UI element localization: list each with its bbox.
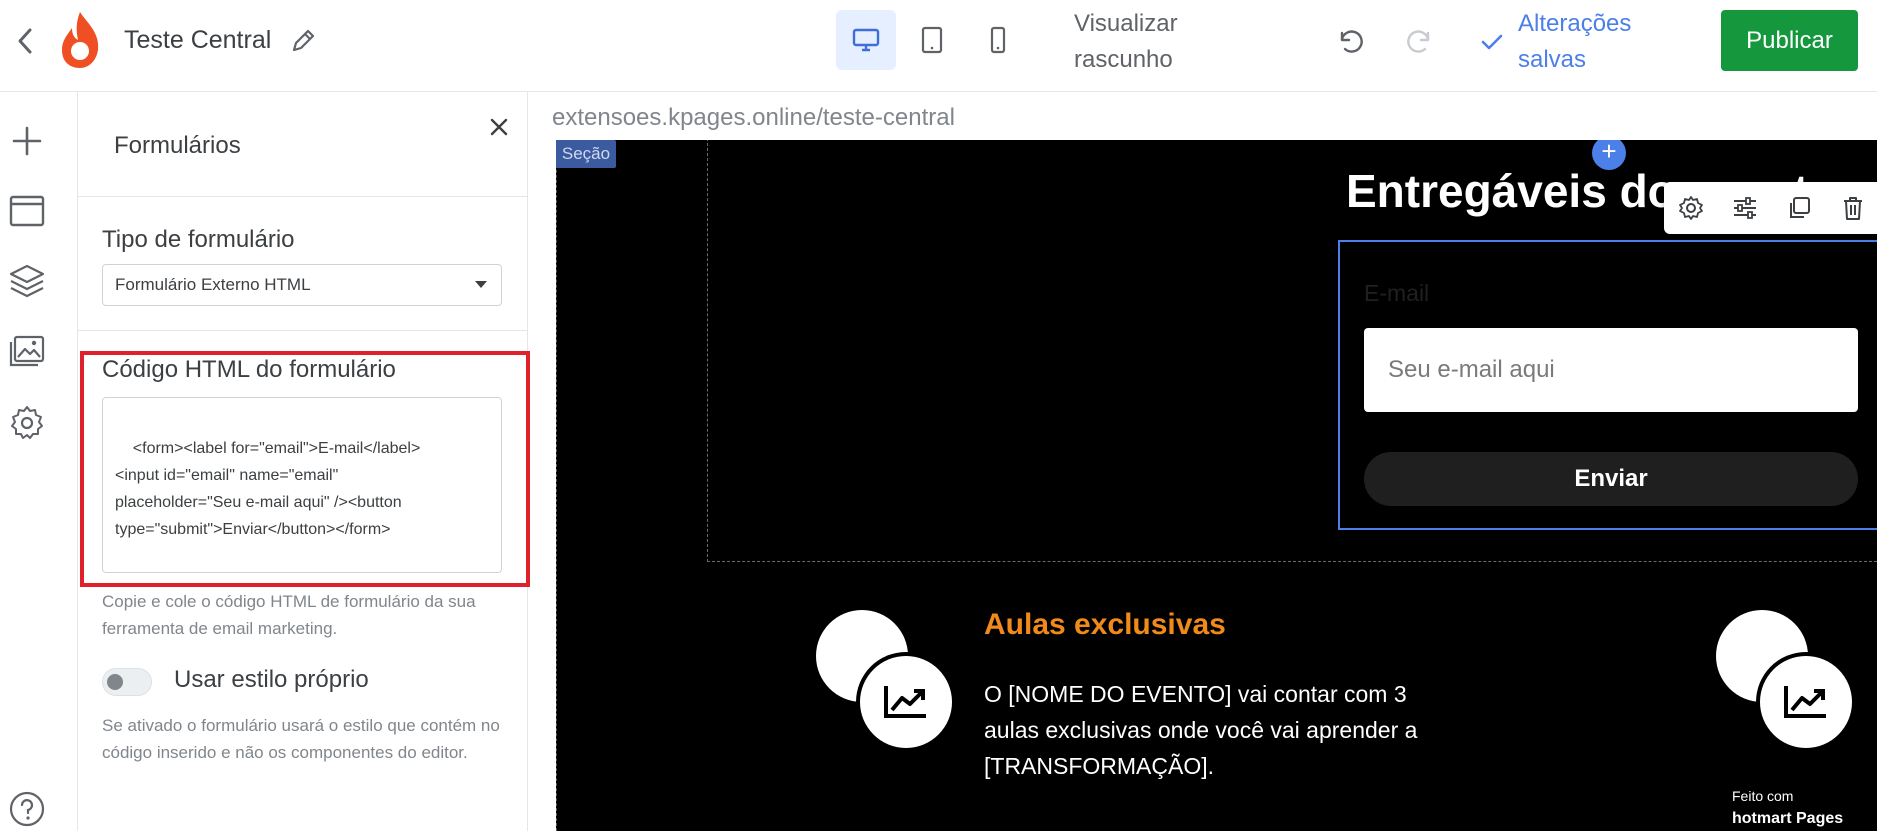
- top-bar: Teste Central Visualizar rascunho Altera…: [0, 0, 1877, 92]
- save-status: Alterações salvas: [1518, 10, 1632, 73]
- html-code-value: <form><label for="email">E-mail</label> …: [115, 440, 421, 538]
- panel-title: Formulários: [114, 132, 241, 159]
- trash-icon[interactable]: [1836, 191, 1870, 225]
- code-label: Código HTML do formulário: [102, 356, 396, 383]
- tablet-device-button[interactable]: [902, 10, 962, 70]
- publish-button[interactable]: Publicar: [1721, 10, 1858, 71]
- form-type-select[interactable]: Formulário Externo HTML: [102, 264, 502, 306]
- code-help-text: Copie e cole o código HTML de formulário…: [102, 592, 476, 638]
- form-email-input[interactable]: [1364, 328, 1858, 412]
- device-switcher: [836, 10, 1028, 70]
- form-submit-button[interactable]: Enviar: [1364, 452, 1858, 506]
- form-email-label: E-mail: [1364, 280, 1430, 306]
- left-rail: [0, 92, 78, 831]
- tablet-icon: [921, 26, 943, 54]
- help-circle-icon[interactable]: [8, 790, 46, 828]
- duplicate-icon[interactable]: [1782, 191, 1816, 225]
- hotmart-flame-logo: [56, 10, 104, 70]
- divider: [78, 196, 528, 197]
- mobile-device-button[interactable]: [968, 10, 1028, 70]
- redo-icon[interactable]: [1404, 24, 1438, 58]
- sliders-icon[interactable]: [1728, 191, 1762, 225]
- desktop-icon: [852, 27, 880, 53]
- trending-up-chart-icon: [882, 682, 930, 722]
- form-type-label: Tipo de formulário: [102, 226, 295, 253]
- undo-icon[interactable]: [1332, 24, 1366, 58]
- mobile-icon: [990, 26, 1006, 54]
- trending-up-chart-icon: [1782, 682, 1830, 722]
- toggle-knob: [107, 674, 123, 690]
- close-icon[interactable]: [484, 112, 514, 142]
- section-tag[interactable]: Seção: [556, 140, 616, 168]
- check-icon: [1478, 28, 1506, 56]
- back-chevron-icon[interactable]: [10, 24, 40, 58]
- layers-icon[interactable]: [8, 262, 46, 300]
- own-style-toggle[interactable]: [102, 668, 152, 696]
- element-toolbar: [1664, 182, 1877, 234]
- feature-title[interactable]: Aulas exclusivas: [984, 608, 1226, 642]
- url-bar: extensoes.kpages.online/teste-central: [528, 92, 1877, 140]
- form-type-value: Formulário Externo HTML: [115, 275, 311, 294]
- resize-handle-icon[interactable]: [487, 558, 499, 570]
- divider: [78, 330, 528, 331]
- own-style-help-text: Se ativado o formulário usará o estilo q…: [102, 716, 500, 762]
- editor-canvas[interactable]: Seção + Entregáveis do evento E-mail Env…: [556, 140, 1877, 831]
- image-gallery-icon[interactable]: [8, 332, 46, 370]
- form-element[interactable]: E-mail Enviar: [1338, 240, 1877, 530]
- settings-gear-icon[interactable]: [1674, 191, 1708, 225]
- pencil-icon[interactable]: [288, 26, 318, 56]
- hotmart-pages-badge[interactable]: hotmart Pages: [1732, 810, 1843, 828]
- forms-panel: Formulários Tipo de formulário Formulári…: [78, 92, 530, 831]
- plus-icon[interactable]: [8, 122, 46, 160]
- caret-down-icon: [475, 281, 487, 288]
- page-title: Teste Central: [124, 26, 272, 54]
- preview-draft-link[interactable]: Visualizar rascunho: [1074, 6, 1214, 78]
- page-url: extensoes.kpages.online/teste-central: [552, 104, 955, 131]
- desktop-device-button[interactable]: [836, 10, 896, 70]
- gear-icon[interactable]: [8, 404, 46, 442]
- browser-window-icon[interactable]: [8, 192, 46, 230]
- made-with-label: Feito com: [1732, 788, 1794, 804]
- html-code-textarea[interactable]: <form><label for="email">E-mail</label> …: [102, 397, 502, 573]
- own-style-label: Usar estilo próprio: [174, 666, 369, 693]
- feature-text[interactable]: O [NOME DO EVENTO] vai contar com 3 aula…: [984, 676, 1464, 784]
